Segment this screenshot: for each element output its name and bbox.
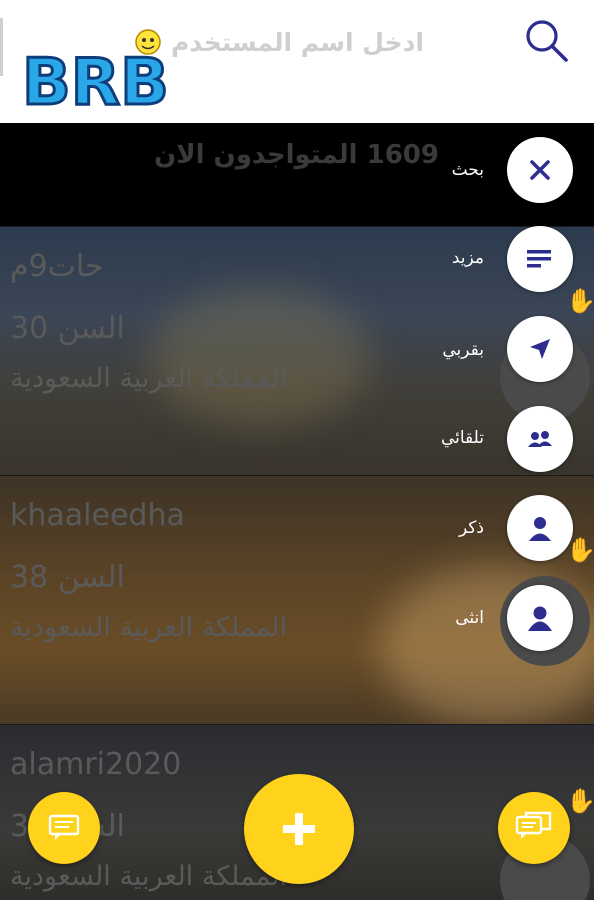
user-country: المملكة العربية السعودية [10,363,288,394]
user-card[interactable]: حات9م 30 السن المملكة العربية السعودية ✋ [0,227,594,475]
app-header: BRB ادخل اسم المستخدم [0,0,594,123]
close-icon [530,160,550,180]
user-name: alamri2020 [10,747,182,782]
user-age: 38 السن [10,560,125,595]
messages-icon [515,811,552,839]
fab-label-nearby: بقربي [442,340,484,360]
fab-label-search: بحث [451,160,484,180]
wave-hand-icon[interactable]: ✋ [566,787,594,817]
main-fab-button[interactable] [244,774,354,884]
plus-icon [283,813,315,845]
fab-more-button[interactable] [507,226,573,292]
brb-logo: BRB [21,29,168,118]
chat-button[interactable] [28,792,100,864]
user-age: 30 السن [10,311,125,346]
fab-male-button[interactable] [507,495,573,561]
more-lines-icon [527,250,551,268]
user-name: حات9م [10,249,104,284]
male-user-icon [529,517,551,541]
navigation-arrow-icon [530,339,550,359]
edge-indicator [0,18,3,76]
wave-hand-icon[interactable]: ✋ [566,287,594,317]
search-input[interactable]: ادخل اسم المستخدم [171,28,424,57]
fab-female-button[interactable] [507,585,573,651]
fab-label-auto: تلقائي [440,428,484,448]
chat-icon [48,814,80,840]
fab-label-male: ذكر [458,518,484,538]
fab-label-more: مزيد [451,248,484,268]
user-name: khaaleedha [10,498,185,533]
fab-auto-button[interactable] [507,406,573,472]
fab-label-female: انثى [455,608,484,628]
fab-nearby-button[interactable] [507,316,573,382]
fab-close-button[interactable] [507,137,573,203]
female-user-icon [528,606,552,631]
online-count-banner [0,123,594,226]
group-icon [528,431,552,447]
card-background [150,287,370,427]
user-country: المملكة العربية السعودية [10,861,288,892]
online-count-text: 1609 المتواجدون الان [154,140,439,170]
user-card[interactable]: khaaleedha 38 السن المملكة العربية السعو… [0,476,594,724]
search-icon[interactable] [520,14,574,68]
logo-text: BRB [22,46,168,118]
user-country: المملكة العربية السعودية [10,612,288,643]
messages-button[interactable] [498,792,570,864]
